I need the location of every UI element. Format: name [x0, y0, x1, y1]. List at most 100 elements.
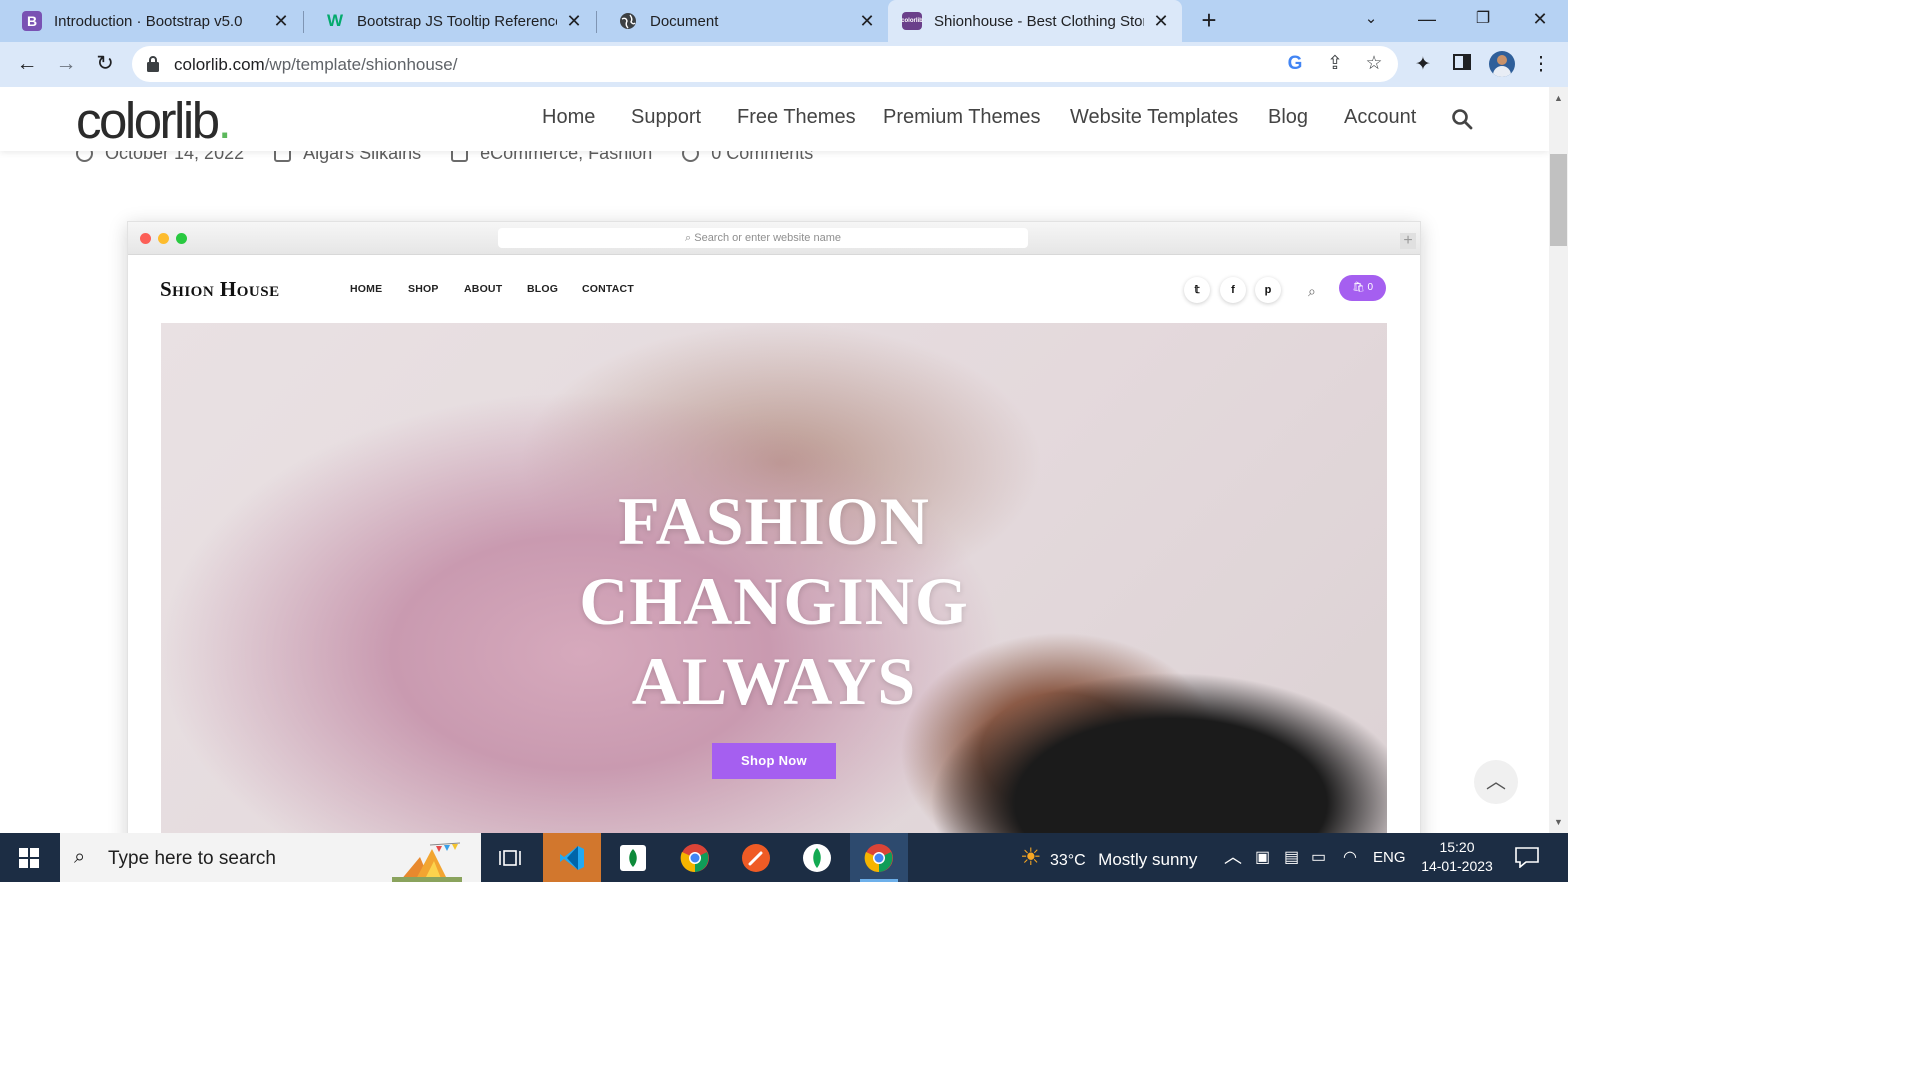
- mock-nav-blog: BLOG: [527, 283, 559, 295]
- window-close-icon[interactable]: ✕: [1525, 6, 1555, 32]
- colorlib-logo[interactable]: colorlib.: [76, 91, 232, 150]
- tab-document[interactable]: Document ✕: [596, 0, 888, 42]
- back-arrow-icon[interactable]: ←: [14, 51, 40, 77]
- nav-website-templates[interactable]: Website Templates: [1070, 106, 1238, 129]
- battery-saver-icon[interactable]: ▤: [1284, 833, 1299, 882]
- globe-icon: [618, 11, 638, 31]
- browser-tab-strip: B Introduction · Bootstrap v5.0 ✕ W Boot…: [0, 0, 1568, 42]
- tray-chevron-icon[interactable]: ︿: [1224, 833, 1242, 882]
- menu-kebab-icon[interactable]: ⋮: [1529, 53, 1553, 77]
- mock-plus-icon: +: [1400, 233, 1416, 249]
- nav-blog[interactable]: Blog: [1268, 106, 1308, 129]
- template-preview[interactable]: ⌕ Search or enter website name + Shion H…: [127, 221, 1421, 833]
- hero-banner: FASHION CHANGING ALWAYS Shop Now: [161, 323, 1387, 833]
- mock-cart-button: 🛍 0: [1339, 275, 1386, 301]
- mongodb-app-icon[interactable]: [788, 833, 846, 882]
- google-icon[interactable]: G: [1284, 53, 1306, 75]
- colorlib-icon: colorlib: [901, 12, 923, 30]
- nav-account[interactable]: Account: [1344, 106, 1416, 129]
- mock-nav-shop: SHOP: [408, 283, 439, 295]
- meet-now-icon[interactable]: ▣: [1255, 833, 1270, 882]
- browser-toolbar: ← → ↻ colorlib.com/wp/template/shionhous…: [0, 42, 1568, 87]
- mock-nav-contact: CONTACT: [582, 283, 634, 295]
- extensions-puzzle-icon[interactable]: ✦: [1411, 53, 1435, 77]
- mock-nav-about: ABOUT: [464, 283, 503, 295]
- hero-line: ALWAYS: [631, 643, 917, 719]
- clock-time: 15:20: [1439, 839, 1475, 855]
- pinterest-icon: p: [1255, 277, 1281, 303]
- taskbar-search-box[interactable]: ⌕ Type here to search: [60, 833, 481, 882]
- close-icon[interactable]: ✕: [565, 11, 583, 31]
- weather-sun-icon: ☀: [1020, 844, 1042, 871]
- minimize-icon[interactable]: —: [1412, 6, 1442, 32]
- nav-home[interactable]: Home: [542, 106, 595, 129]
- nav-premium-themes[interactable]: Premium Themes: [883, 106, 1040, 129]
- back-to-top-button[interactable]: ︿: [1474, 760, 1518, 804]
- tab-bootstrap-intro[interactable]: B Introduction · Bootstrap v5.0 ✕: [0, 0, 302, 42]
- nav-support[interactable]: Support: [631, 106, 701, 129]
- mock-search-icon: ⌕: [1308, 283, 1316, 299]
- address-bar[interactable]: colorlib.com/wp/template/shionhouse/ G ⇪…: [132, 46, 1398, 82]
- chrome-app-icon[interactable]: [666, 833, 724, 882]
- mock-zoom-dot: [176, 233, 187, 244]
- language-indicator[interactable]: ENG: [1373, 833, 1406, 882]
- search-icon: ⌕: [74, 846, 86, 868]
- lohri-bonfire-icon: [392, 842, 462, 882]
- tab-title: Bootstrap JS Tooltip Reference: [357, 12, 557, 30]
- scrollbar-thumb[interactable]: [1550, 154, 1567, 246]
- weather-desc: Mostly sunny: [1098, 850, 1198, 869]
- side-panel-icon[interactable]: [1450, 53, 1474, 77]
- close-icon[interactable]: ✕: [272, 11, 290, 31]
- shop-now-button: Shop Now: [712, 743, 836, 779]
- close-icon[interactable]: ✕: [858, 11, 876, 31]
- chrome-active-app-icon[interactable]: [850, 833, 908, 882]
- page-viewport: October 14, 2022 Aigars Silkalns eCommer…: [0, 87, 1549, 833]
- weather-widget[interactable]: ☀ 33°C Mostly sunny: [1020, 833, 1197, 882]
- wifi-icon[interactable]: ◠: [1343, 833, 1357, 882]
- hero-line: CHANGING: [579, 563, 969, 639]
- notification-center-icon[interactable]: [1514, 846, 1540, 868]
- mock-browser-bar: ⌕ Search or enter website name +: [128, 222, 1420, 255]
- nav-free-themes[interactable]: Free Themes: [737, 106, 856, 129]
- mock-minimize-dot: [158, 233, 169, 244]
- close-icon[interactable]: ✕: [1152, 11, 1170, 31]
- notes-app-icon[interactable]: [604, 833, 662, 882]
- forward-arrow-icon[interactable]: →: [53, 51, 79, 77]
- active-app-indicator: [860, 879, 898, 882]
- task-view-icon[interactable]: [481, 833, 539, 882]
- windows-start-icon[interactable]: [0, 833, 58, 882]
- twitter-icon: 𝕥: [1184, 277, 1210, 303]
- tab-title: Document: [650, 12, 719, 30]
- vscode-app-icon[interactable]: [543, 833, 601, 882]
- tab-title: Shionhouse - Best Clothing Store: [934, 12, 1144, 30]
- clock-date: 14-01-2023: [1421, 858, 1493, 874]
- mock-address-bar: ⌕ Search or enter website name: [498, 228, 1028, 248]
- restore-icon[interactable]: ❐: [1468, 6, 1498, 32]
- postman-app-icon[interactable]: [727, 833, 785, 882]
- facebook-icon: f: [1220, 277, 1246, 303]
- profile-avatar[interactable]: [1489, 51, 1515, 77]
- mock-nav-home: HOME: [350, 283, 383, 295]
- hero-line: FASHION: [618, 483, 930, 559]
- shionhouse-logo: Shion House: [160, 277, 280, 301]
- scroll-down-arrow-icon[interactable]: ▼: [1553, 817, 1564, 827]
- taskbar-clock[interactable]: 15:20 14-01-2023: [1415, 838, 1499, 876]
- w3schools-icon: W: [326, 11, 344, 30]
- scroll-up-arrow-icon[interactable]: ▲: [1553, 93, 1564, 103]
- tab-shionhouse[interactable]: colorlib Shionhouse - Best Clothing Stor…: [888, 0, 1182, 42]
- tab-title: Introduction · Bootstrap v5.0: [54, 12, 243, 30]
- mock-close-dot: [140, 233, 151, 244]
- battery-icon[interactable]: ▭: [1311, 833, 1326, 882]
- hero-headline: FASHION CHANGING ALWAYS: [161, 481, 1387, 721]
- new-tab-button[interactable]: +: [1196, 7, 1222, 34]
- bootstrap-icon: B: [22, 11, 42, 31]
- search-icon[interactable]: [1451, 108, 1473, 130]
- windows-taskbar: ⌕ Type here to search ☀ 33°C Mostly sunn…: [0, 833, 1568, 882]
- tab-search-chevron-icon[interactable]: ⌄: [1356, 6, 1386, 32]
- page-scrollbar[interactable]: ▲ ▼: [1549, 87, 1568, 833]
- share-icon[interactable]: ⇪: [1324, 53, 1346, 75]
- site-header: colorlib. Home Support Free Themes Premi…: [0, 87, 1549, 151]
- reload-icon[interactable]: ↻: [92, 51, 118, 77]
- bookmark-star-icon[interactable]: ☆: [1363, 53, 1385, 75]
- tab-bootstrap-tooltip[interactable]: W Bootstrap JS Tooltip Reference ✕: [303, 0, 595, 42]
